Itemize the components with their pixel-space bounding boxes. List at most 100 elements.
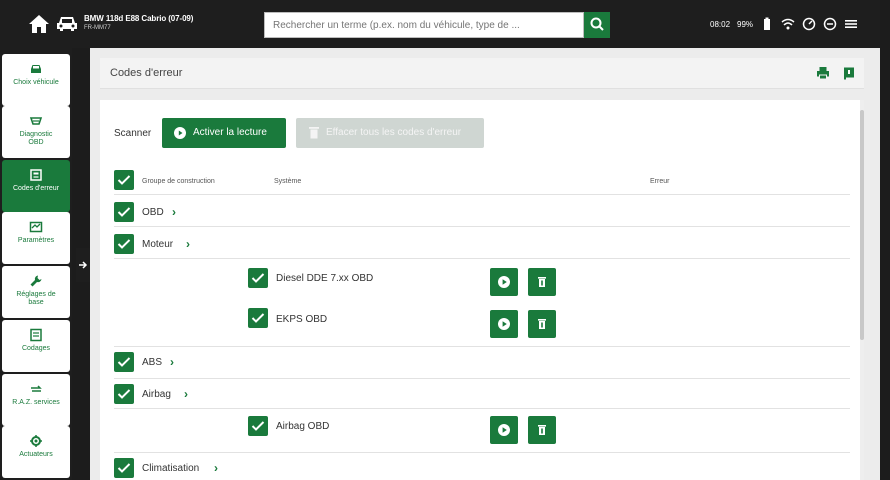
parameters-icon <box>29 221 43 233</box>
chevron-right-icon[interactable]: › <box>184 387 188 401</box>
clear-system-button[interactable] <box>528 268 556 296</box>
vehicle-title: BMW 118d E88 Cabrio (07-09) <box>84 14 194 23</box>
divider <box>114 194 850 195</box>
speedometer-icon[interactable] <box>802 17 816 31</box>
trash-icon <box>538 319 546 329</box>
group-label-airbag[interactable]: Airbag <box>142 389 171 400</box>
arrow-right-icon <box>79 261 88 269</box>
system-label: EKPS OBD <box>276 314 328 325</box>
sidebar-item-label: Paramètres <box>17 237 55 244</box>
chevron-right-icon[interactable]: › <box>172 205 176 219</box>
group-label-obd[interactable]: OBD <box>142 207 164 218</box>
group-label-climatisation[interactable]: Climatisation <box>142 463 199 474</box>
play-icon <box>174 127 186 139</box>
divider <box>114 452 850 453</box>
page-header: Codes d'erreur <box>100 58 864 89</box>
car-icon <box>31 65 41 73</box>
sidebar-item-basic-settings[interactable]: Réglages de base <box>2 266 70 318</box>
service-reset-icon <box>31 385 42 392</box>
battery-level: 99% <box>737 19 754 29</box>
clear-system-button[interactable] <box>528 310 556 338</box>
check-icon <box>117 463 131 473</box>
play-icon <box>498 276 510 288</box>
sidebar-toggle[interactable] <box>76 248 90 282</box>
check-icon <box>117 389 131 399</box>
sidebar: Choix véhicule Diagnostic OBD Codes d'er… <box>0 48 72 480</box>
sidebar-item-label: Codes d'erreur <box>12 185 60 192</box>
chevron-right-icon[interactable]: › <box>214 461 218 475</box>
divider <box>114 258 850 259</box>
group-label-abs[interactable]: ABS <box>142 357 162 368</box>
sidebar-item-label: Codages <box>21 345 51 352</box>
status-area: 08:02 99% <box>710 16 858 32</box>
scrollbar[interactable] <box>860 100 864 480</box>
sidebar-item-obd-diagnostic[interactable]: Diagnostic OBD <box>2 106 70 158</box>
sidebar-item-label: Réglages de base <box>16 291 56 306</box>
check-icon <box>117 175 131 185</box>
home-icon[interactable] <box>28 14 50 34</box>
system-checkbox-ekps[interactable] <box>248 308 268 328</box>
sidebar-item-service-reset[interactable]: R.A.Z. services <box>2 374 70 426</box>
check-icon <box>117 357 131 367</box>
print-icon[interactable] <box>816 66 830 80</box>
sidebar-item-coding[interactable]: Codages <box>2 320 70 372</box>
sidebar-item-label: Choix véhicule <box>13 79 59 86</box>
divider <box>114 408 850 409</box>
clear-system-button[interactable] <box>528 416 556 444</box>
top-bar: BMW 118d E88 Cabrio (07-09) FR-MM77 08:0… <box>0 0 880 48</box>
wifi-icon <box>781 18 795 30</box>
check-icon <box>251 313 265 323</box>
settings-icon[interactable] <box>823 17 837 31</box>
group-checkbox-obd[interactable] <box>114 202 134 222</box>
chevron-right-icon[interactable]: › <box>170 355 174 369</box>
obd-icon <box>29 117 43 125</box>
group-checkbox-climatisation[interactable] <box>114 458 134 478</box>
search-button[interactable] <box>584 12 610 38</box>
clear-all-codes-label: Effacer tous les codes d'erreur <box>326 127 462 138</box>
main-content: Codes d'erreur Scanner Activer la lectur… <box>90 48 880 480</box>
play-icon <box>498 424 510 436</box>
search-icon <box>590 17 604 31</box>
column-header-group: Groupe de construction <box>142 178 215 185</box>
activate-reading-label: Activer la lecture <box>193 127 267 138</box>
sidebar-item-label: Diagnostic OBD <box>19 131 53 146</box>
system-label: Diesel DDE 7.xx OBD <box>276 273 374 284</box>
trash-icon <box>309 127 319 139</box>
search-input[interactable] <box>265 13 583 37</box>
read-system-button[interactable] <box>490 310 518 338</box>
read-system-button[interactable] <box>490 416 518 444</box>
check-icon <box>117 207 131 217</box>
select-all-checkbox[interactable] <box>114 170 134 190</box>
group-label-moteur[interactable]: Moteur <box>142 239 173 250</box>
actuators-icon <box>30 435 42 447</box>
clear-all-codes-button[interactable]: Effacer tous les codes d'erreur <box>296 118 484 148</box>
check-icon <box>251 273 265 283</box>
activate-reading-button[interactable]: Activer la lecture <box>162 118 286 148</box>
clock: 08:02 <box>710 19 731 29</box>
vehicle-icon <box>57 17 77 31</box>
vehicle-plate: FR-MM77 <box>84 25 111 31</box>
sidebar-item-label: Actuateurs <box>19 451 53 458</box>
sidebar-item-actuators[interactable]: Actuateurs <box>2 426 70 478</box>
sidebar-item-vehicle-choice[interactable]: Choix véhicule <box>2 54 70 106</box>
group-checkbox-moteur[interactable] <box>114 234 134 254</box>
chevron-right-icon[interactable]: › <box>186 237 190 251</box>
trash-icon <box>538 277 546 287</box>
system-checkbox-airbag-obd[interactable] <box>248 416 268 436</box>
flag-icon[interactable] <box>842 66 856 80</box>
coding-icon <box>30 328 42 342</box>
sidebar-item-parameters[interactable]: Paramètres <box>2 212 70 264</box>
menu-icon[interactable] <box>844 17 858 31</box>
error-codes-icon <box>30 169 42 181</box>
sidebar-item-error-codes[interactable]: Codes d'erreur <box>2 160 70 212</box>
read-system-button[interactable] <box>490 268 518 296</box>
group-checkbox-airbag[interactable] <box>114 384 134 404</box>
search-box <box>264 12 584 38</box>
system-checkbox-diesel-dde[interactable] <box>248 268 268 288</box>
play-icon <box>498 318 510 330</box>
system-label: Airbag OBD <box>276 421 330 432</box>
group-checkbox-abs[interactable] <box>114 352 134 372</box>
scrollbar-thumb[interactable] <box>860 110 864 340</box>
app-window: BMW 118d E88 Cabrio (07-09) FR-MM77 08:0… <box>0 0 890 480</box>
check-icon <box>117 239 131 249</box>
